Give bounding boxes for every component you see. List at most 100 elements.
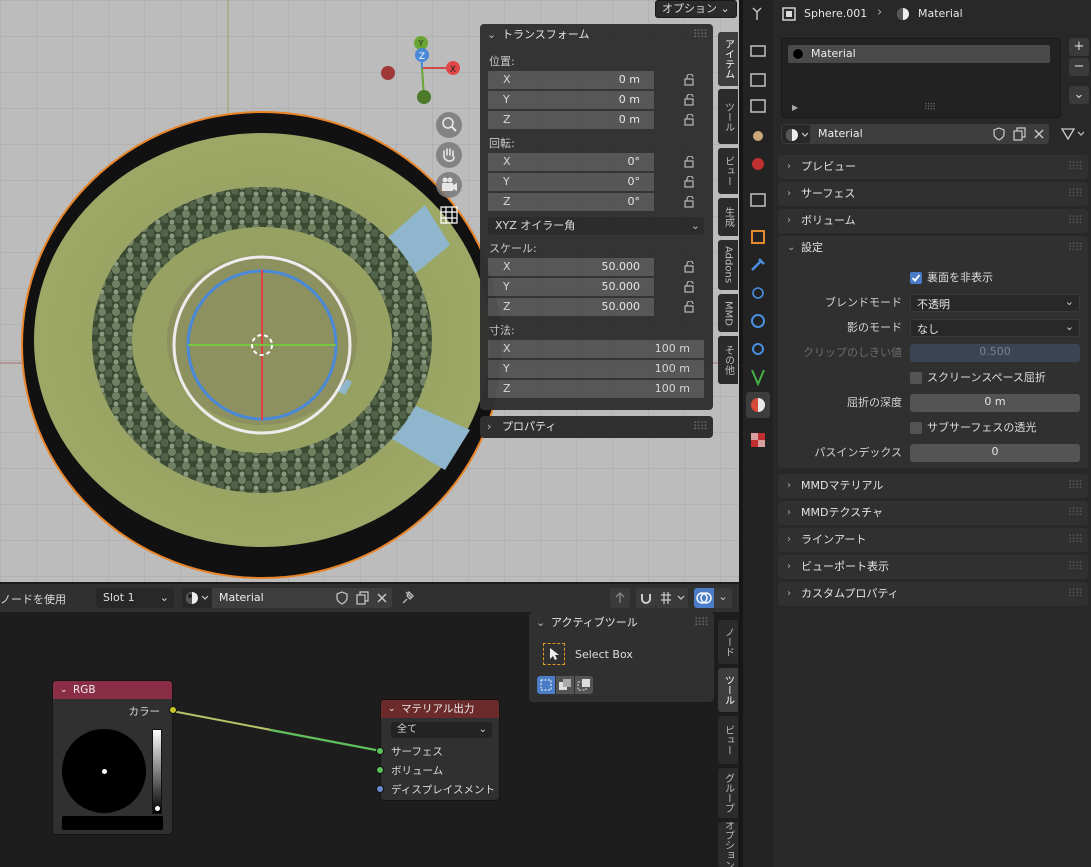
particles-icon[interactable] <box>752 287 764 299</box>
overlay-dropdown[interactable]: ⌄ <box>714 588 732 608</box>
rgb-node[interactable]: ⌄ RGB カラー <box>52 680 177 835</box>
lock-icon[interactable] <box>684 281 698 293</box>
scene-icon[interactable] <box>753 131 763 141</box>
drag-grip-icon[interactable]: ⠿⠿ <box>1068 528 1083 552</box>
material-browse-button[interactable] <box>781 124 811 144</box>
unlink-button[interactable] <box>1029 124 1049 144</box>
add-slot-button[interactable]: + <box>1069 38 1089 56</box>
slot-select[interactable]: Slot 1 ⌄ <box>96 588 174 608</box>
section-sections_top-1[interactable]: › サーフェス ⠿⠿ <box>778 182 1088 206</box>
material-slot-list[interactable]: Material ▶ ⠿⠿ <box>781 38 1061 118</box>
value-slider[interactable] <box>152 729 162 814</box>
lock-icon[interactable] <box>684 176 698 188</box>
location-z-field[interactable]: Z 0 m <box>488 111 654 129</box>
sss-translucency-checkbox[interactable] <box>910 422 922 434</box>
material-name-field[interactable]: Material <box>811 124 989 144</box>
view-layer-icon[interactable] <box>750 99 766 113</box>
node-sidebar-tab-2[interactable]: ビュー <box>718 716 738 764</box>
shadow-mode-select[interactable]: なし ⌄ <box>910 319 1080 337</box>
rotation-mode-select[interactable]: XYZ オイラー角 ⌄ <box>488 217 704 235</box>
settings-header[interactable]: ⌄ 設定 ⠿⠿ <box>778 236 1088 260</box>
section-sections_top-2[interactable]: › ボリューム ⠿⠿ <box>778 209 1088 233</box>
sidebar-tab-5[interactable]: MMD <box>718 294 738 332</box>
render-icon[interactable] <box>750 45 766 57</box>
material-output-node[interactable]: ⌄ マテリアル出力 全て ⌄ サーフェス ボリューム ディスプレイスメント <box>376 699 500 801</box>
duplicate-button[interactable] <box>1009 124 1029 144</box>
drag-grip-icon[interactable]: ⠿⠿ <box>1068 582 1083 606</box>
rotation-x-field[interactable]: X 0° <box>488 153 654 171</box>
scale-z-field[interactable]: Z 50.000 <box>488 298 654 316</box>
snap-button[interactable] <box>636 588 656 608</box>
scale-y-field[interactable]: Y 50.000 <box>488 278 654 296</box>
clip-threshold-slider[interactable]: 0.500 <box>910 344 1080 362</box>
target-select[interactable]: 全て ⌄ <box>391 722 492 738</box>
lock-icon[interactable] <box>684 261 698 273</box>
constraints-icon[interactable] <box>752 343 764 355</box>
drag-grip-icon[interactable]: ⠿⠿ <box>1068 555 1083 579</box>
parent-node-tree-button[interactable] <box>610 588 630 608</box>
data-icon[interactable] <box>751 369 765 387</box>
collection-icon[interactable] <box>750 193 766 207</box>
select-mode-extend[interactable] <box>556 676 574 694</box>
duplicate-button[interactable] <box>352 588 372 608</box>
drag-grip-icon[interactable]: ⠿⠿ <box>1068 155 1083 179</box>
mesh-data-dropdown[interactable] <box>1058 124 1088 144</box>
overlay-toggle[interactable] <box>694 588 714 608</box>
drag-grip-icon[interactable]: ⠿⠿ <box>693 416 708 438</box>
displacement-input-socket[interactable] <box>376 785 384 793</box>
dimensions-z-field[interactable]: Z 100 m <box>488 380 704 398</box>
sidebar-tab-1[interactable]: ツール <box>718 89 738 144</box>
volume-input-socket[interactable] <box>376 766 384 774</box>
dimensions-x-field[interactable]: X 100 m <box>488 340 704 358</box>
drag-grip-icon[interactable]: ⠿⠿ <box>1068 501 1083 525</box>
section-sections_bottom-2[interactable]: › ラインアート ⠿⠿ <box>778 528 1088 552</box>
lock-icon[interactable] <box>684 196 698 208</box>
material-name-field[interactable]: Material <box>212 588 332 608</box>
section-sections_bottom-0[interactable]: › MMDマテリアル ⠿⠿ <box>778 474 1088 498</box>
ssr-checkbox[interactable] <box>910 372 922 384</box>
slot-specials-button[interactable]: ⌄ <box>1069 86 1089 104</box>
select-box-icon[interactable] <box>543 643 565 665</box>
fake-user-button[interactable] <box>989 124 1009 144</box>
properties-panel-header[interactable]: › プロパティ ⠿⠿ <box>480 416 713 438</box>
zoom-icon[interactable] <box>436 112 462 138</box>
3d-viewport[interactable]: X Y Z オプション ⌄ ⌄ トランスフォーム ⠿⠿ 位置: X 0 m Y 0 m… <box>0 0 739 582</box>
output-icon[interactable] <box>750 73 766 87</box>
sidebar-tab-4[interactable]: Addons <box>718 240 738 290</box>
snap-mode-select[interactable] <box>656 588 688 608</box>
material-browse-button[interactable] <box>182 588 212 608</box>
sidebar-tab-6[interactable]: その他 <box>718 336 738 384</box>
material-output-header[interactable]: ⌄ マテリアル出力 <box>381 700 499 718</box>
section-sections_bottom-3[interactable]: › ビューポート表示 ⠿⠿ <box>778 555 1088 579</box>
select-mode-subtract[interactable] <box>575 676 593 694</box>
drag-grip-icon[interactable]: ⠿⠿ <box>1068 209 1083 233</box>
section-sections_bottom-1[interactable]: › MMDテクスチャ ⠿⠿ <box>778 501 1088 525</box>
node-sidebar-tab-4[interactable]: オプション <box>718 822 738 867</box>
section-sections_top-0[interactable]: › プレビュー ⠿⠿ <box>778 155 1088 179</box>
scale-x-field[interactable]: X 50.000 <box>488 258 654 276</box>
value-slider-handle[interactable] <box>155 806 160 811</box>
dimensions-y-field[interactable]: Y 100 m <box>488 360 704 378</box>
node-sidebar-tab-3[interactable]: グループ <box>718 768 738 818</box>
transform-panel-header[interactable]: ⌄ トランスフォーム ⠿⠿ <box>480 24 713 46</box>
location-x-field[interactable]: X 0 m <box>488 71 654 89</box>
sidebar-tab-0[interactable]: アイテム <box>718 32 738 86</box>
location-y-field[interactable]: Y 0 m <box>488 91 654 109</box>
tool-icon[interactable] <box>752 7 762 20</box>
options-dropdown[interactable]: オプション ⌄ <box>655 0 737 18</box>
refraction-depth-field[interactable]: 0 m <box>910 394 1080 412</box>
drag-grip-icon[interactable]: ⠿⠿ <box>1068 182 1083 206</box>
surface-input-socket[interactable] <box>376 747 384 755</box>
grid-icon[interactable] <box>440 206 458 224</box>
drag-grip-icon[interactable]: ⠿⠿ <box>1068 474 1083 498</box>
node-sidebar-tab-1[interactable]: ツール <box>718 668 738 712</box>
rgb-node-header[interactable]: ⌄ RGB <box>53 681 172 699</box>
remove-slot-button[interactable]: − <box>1069 58 1089 76</box>
sidebar-tab-2[interactable]: ビュー <box>718 148 738 194</box>
resize-grip-icon[interactable]: ⠿⠿ <box>924 103 936 113</box>
drag-grip-icon[interactable]: ⠿⠿ <box>693 24 708 46</box>
expand-triangle-icon[interactable]: ▶ <box>792 103 798 112</box>
drag-grip-icon[interactable]: ⠿⠿ <box>1068 236 1083 260</box>
camera-icon[interactable] <box>436 172 462 198</box>
color-wheel[interactable] <box>62 729 146 813</box>
